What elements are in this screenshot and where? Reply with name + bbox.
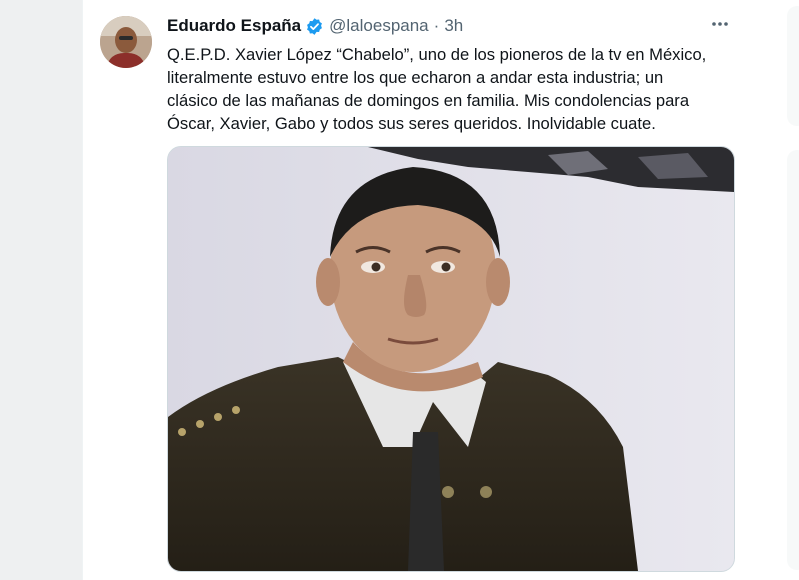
tweet-text-line: clásico de las mañanas de domingos en fa… bbox=[167, 91, 690, 110]
separator-dot: · bbox=[433, 16, 440, 35]
author-name[interactable]: Eduardo España bbox=[167, 16, 301, 36]
tweet-text-line: Óscar, Xavier, Gabo y todos sus seres qu… bbox=[167, 114, 656, 133]
adjacent-panel-block bbox=[787, 6, 799, 126]
adjacent-panel-edge bbox=[783, 0, 799, 580]
tweet-photo[interactable] bbox=[167, 146, 735, 572]
tweet-text-line: literalmente estuvo entre los que echaro… bbox=[167, 68, 664, 87]
tweet-header: Eduardo España @laloespana · 3h bbox=[167, 14, 463, 38]
author-avatar[interactable] bbox=[100, 16, 152, 68]
tweet-time[interactable]: 3h bbox=[444, 16, 463, 36]
tweet-text-line: Q.E.P.D. Xavier López “Chabelo”, uno de … bbox=[167, 45, 707, 64]
more-options-icon[interactable] bbox=[708, 12, 732, 36]
tweet-text: Q.E.P.D. Xavier López “Chabelo”, uno de … bbox=[167, 43, 727, 135]
verified-badge-icon bbox=[305, 17, 324, 36]
author-handle[interactable]: @laloespana bbox=[329, 16, 429, 36]
adjacent-panel-block bbox=[787, 150, 799, 570]
